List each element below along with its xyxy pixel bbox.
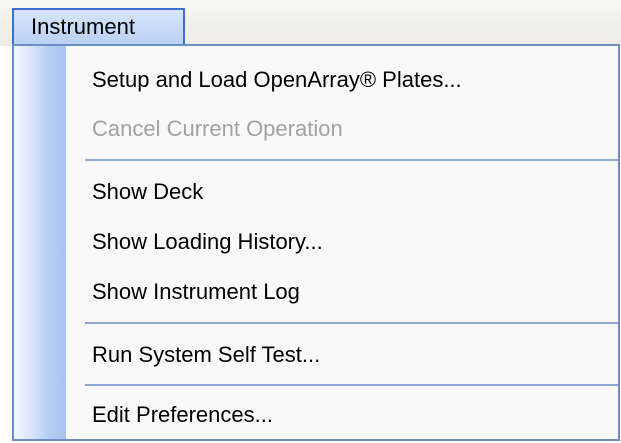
instrument-menu-title[interactable]: Instrument xyxy=(12,8,185,44)
menu-icon-gutter xyxy=(14,46,66,439)
menu-separator xyxy=(85,322,618,324)
menu-item-edit-preferences[interactable]: Edit Preferences... xyxy=(66,393,618,437)
menu-item-show-loading-history[interactable]: Show Loading History... xyxy=(66,220,618,264)
menu-separator xyxy=(85,159,618,161)
menu-item-show-instrument-log[interactable]: Show Instrument Log xyxy=(66,270,618,314)
menu-item-setup-and-load-plates[interactable]: Setup and Load OpenArray® Plates... xyxy=(66,58,618,102)
menu-separator xyxy=(85,384,618,386)
menu-item-show-deck[interactable]: Show Deck xyxy=(66,170,618,214)
menu-item-run-system-self-test[interactable]: Run System Self Test... xyxy=(66,333,618,377)
menu-item-cancel-current-operation: Cancel Current Operation xyxy=(92,116,343,141)
instrument-dropdown-menu: Setup and Load OpenArray® Plates... Canc… xyxy=(12,44,620,441)
